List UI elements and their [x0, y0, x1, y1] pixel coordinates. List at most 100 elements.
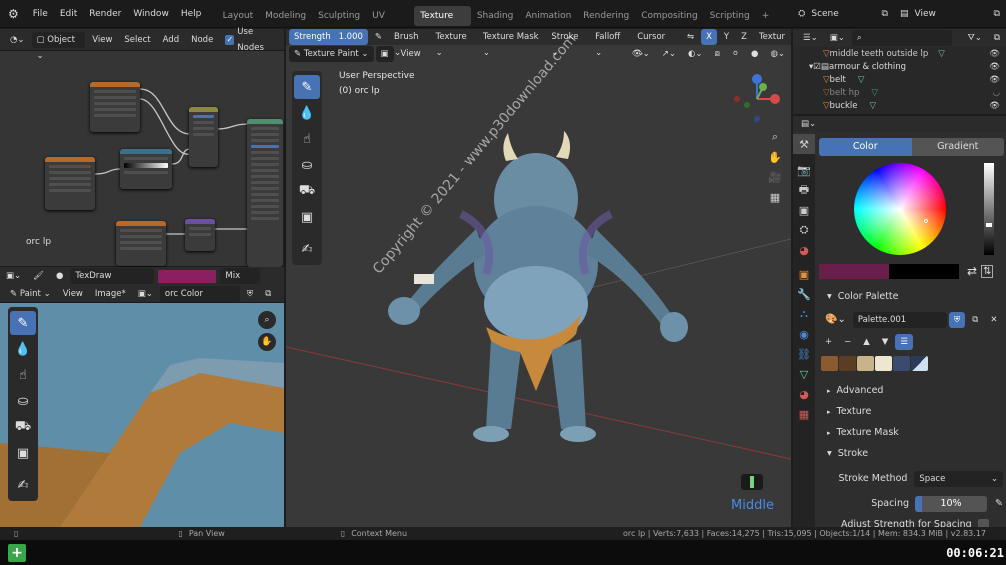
editor-type-icon[interactable]: ◔⌄: [5, 32, 30, 48]
new-scene-icon[interactable]: ⧉: [876, 0, 894, 28]
scene-name[interactable]: Scene: [811, 0, 844, 28]
scene-icon[interactable]: ⛭: [792, 0, 811, 28]
primary-color-swatch[interactable]: [819, 263, 889, 279]
output-icon[interactable]: 🖶: [793, 180, 815, 200]
editor-type-icon[interactable]: ▣⌄: [1, 268, 26, 284]
tab-layout[interactable]: Layout: [217, 6, 260, 26]
tab-compositing[interactable]: Compositing: [635, 6, 703, 26]
add-icon[interactable]: +: [8, 543, 26, 562]
uv-texture-canvas[interactable]: [0, 303, 284, 527]
view-layer-icon[interactable]: ▤: [894, 0, 915, 28]
scene-icon[interactable]: ⛭: [793, 220, 815, 240]
object-mode-dropdown[interactable]: ▢ Object ⌄: [31, 31, 86, 61]
image-name-field[interactable]: orc Color: [159, 285, 240, 302]
swap-colors-icon[interactable]: ⇄: [967, 264, 977, 278]
tab-uv-editing[interactable]: UV Editing: [366, 6, 414, 41]
material-icon[interactable]: ◕: [793, 384, 815, 404]
palette-name-field[interactable]: Palette.001: [852, 312, 947, 328]
image-browse-icon[interactable]: ▣⌄: [133, 286, 158, 302]
tab-rendering[interactable]: Rendering: [577, 6, 635, 26]
draw-brush-icon[interactable]: ✎: [10, 311, 36, 335]
blender-logo-icon[interactable]: ⚙: [0, 0, 27, 28]
paint-mode-dropdown[interactable]: ✎ Paint ⌄: [5, 286, 56, 302]
menu-add[interactable]: Add: [158, 32, 184, 48]
new-view-layer-icon[interactable]: ⧉: [988, 0, 1006, 28]
blend-mode-dropdown[interactable]: Mix: [220, 268, 261, 284]
mask-brush-icon[interactable]: ▣: [10, 441, 36, 465]
new-image-icon[interactable]: ⧉: [260, 286, 276, 302]
texture-panel-header[interactable]: ▸ Texture: [819, 401, 1004, 422]
smear-brush-icon[interactable]: ☝: [10, 363, 36, 387]
outliner-row[interactable]: ▽ belt hp ▽ ◡: [793, 86, 1006, 99]
tab-animation[interactable]: Animation: [519, 6, 577, 26]
palette-swatch[interactable]: [857, 355, 874, 371]
stroke-panel-header[interactable]: ▾ Stroke: [819, 443, 1004, 464]
checkbox-icon[interactable]: ☑: [813, 62, 821, 72]
mix-node[interactable]: [185, 219, 215, 251]
menu-edit[interactable]: Edit: [54, 0, 83, 28]
sample-color-icon[interactable]: ⇅: [981, 264, 994, 278]
stroke-method-dropdown[interactable]: Space ⌄: [914, 470, 1003, 487]
modifier-icon[interactable]: 🔧: [793, 284, 815, 304]
soften-brush-icon[interactable]: 💧: [10, 337, 36, 361]
move-down-button[interactable]: ▼: [877, 334, 894, 350]
principled-bsdf-node[interactable]: [247, 119, 283, 267]
mask-brush-icon[interactable]: ▣: [294, 205, 320, 229]
tab-texture-paint[interactable]: Texture Paint: [414, 5, 471, 41]
properties-type-icon[interactable]: ▤⌄: [796, 116, 821, 132]
tool-settings-icon[interactable]: ⚒: [793, 134, 815, 154]
color-palette-panel-header[interactable]: ▾ Color Palette: [819, 286, 1004, 307]
image-texture-node-2[interactable]: [116, 221, 166, 266]
render-icon[interactable]: 📷: [793, 160, 815, 180]
outliner-search-input[interactable]: ⌕: [851, 30, 952, 46]
menu-image[interactable]: Image*: [90, 286, 131, 302]
world-icon[interactable]: ◕: [793, 240, 815, 260]
move-up-button[interactable]: ▲: [858, 334, 875, 350]
grid-perspective-icon[interactable]: ▦: [764, 187, 786, 207]
new-collection-icon[interactable]: ⧉: [989, 30, 1005, 46]
palette-swatch[interactable]: [875, 355, 892, 371]
annotate-icon[interactable]: ✍: [10, 473, 36, 497]
spacing-slider[interactable]: 10%: [915, 495, 987, 512]
smear-brush-icon[interactable]: ☝: [294, 127, 320, 151]
tab-shading[interactable]: Shading: [471, 6, 520, 26]
value-slider[interactable]: [984, 163, 994, 255]
physics-icon[interactable]: ◉: [793, 324, 815, 344]
color-ramp-node[interactable]: [120, 149, 172, 189]
palette-swatch[interactable]: [911, 355, 928, 371]
tab-modeling[interactable]: Modeling: [259, 6, 312, 26]
color-wheel[interactable]: [854, 163, 946, 255]
texture-slot-color[interactable]: [158, 269, 217, 283]
fake-user-icon[interactable]: ⛨: [948, 312, 966, 328]
object-icon[interactable]: ▣: [793, 264, 815, 284]
eye-icon[interactable]: 👁: [989, 62, 1000, 72]
pan-hand-icon[interactable]: ✋: [764, 147, 786, 167]
eye-icon[interactable]: 👁: [989, 75, 1000, 85]
tab-gradient[interactable]: Gradient: [911, 138, 1004, 156]
menu-window[interactable]: Window: [127, 0, 175, 28]
hidden-eye-icon[interactable]: ◡: [993, 88, 1000, 98]
fake-user-icon[interactable]: ⛨: [242, 286, 258, 302]
tab-color[interactable]: Color: [819, 138, 912, 156]
palette-swatch[interactable]: [839, 355, 856, 371]
remove-color-button[interactable]: −: [839, 334, 856, 350]
particles-icon[interactable]: ⛬: [793, 304, 815, 324]
menu-help[interactable]: Help: [175, 0, 208, 28]
mapping-node[interactable]: [189, 107, 218, 167]
tab-scripting[interactable]: Scripting: [704, 6, 756, 26]
outliner-row[interactable]: ▾ ☑ ▤ armour & clothing 👁: [793, 60, 1006, 73]
menu-render[interactable]: Render: [83, 0, 127, 28]
pan-hand-icon[interactable]: ✋: [258, 333, 276, 351]
use-nodes-checkbox[interactable]: ✓ Use Nodes: [220, 27, 283, 53]
add-workspace-button[interactable]: +: [756, 6, 776, 26]
eye-icon[interactable]: 👁: [989, 49, 1000, 59]
navigation-gizmo[interactable]: [729, 73, 789, 129]
zoom-icon[interactable]: ⌕: [764, 127, 786, 147]
fill-brush-icon[interactable]: ⛟: [294, 179, 320, 203]
add-color-button[interactable]: +: [820, 334, 837, 350]
sort-colors-button[interactable]: ☰: [895, 334, 913, 350]
duplicate-palette-icon[interactable]: ⧉: [967, 312, 983, 328]
palette-browse-icon[interactable]: 🎨⌄: [820, 312, 851, 328]
menu-select[interactable]: Select: [119, 32, 155, 48]
texture-mask-panel-header[interactable]: ▸ Texture Mask: [819, 422, 1004, 443]
